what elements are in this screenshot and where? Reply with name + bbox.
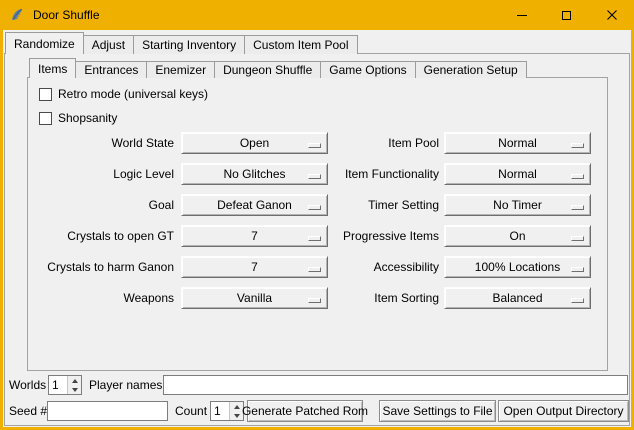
sub-tab-bar: Items Entrances Enemizer Dungeon Shuffle… <box>29 58 527 78</box>
dropdown-value: Open <box>240 136 269 150</box>
tab-label: Starting Inventory <box>142 38 236 52</box>
crystals-ganon-dropdown[interactable]: 7 <box>181 256 328 278</box>
worlds-value: 1 <box>52 377 59 393</box>
player-names-label: Player names <box>89 375 162 395</box>
dropdown-indicator-icon <box>571 236 584 241</box>
crystals-gt-dropdown[interactable]: 7 <box>181 225 328 247</box>
seed-label: Seed # <box>9 401 47 421</box>
tab-dungeon-shuffle[interactable]: Dungeon Shuffle <box>215 61 321 78</box>
dropdown-indicator-icon <box>571 143 584 148</box>
logic-level-dropdown[interactable]: No Glitches <box>181 163 328 185</box>
dropdown-value: Vanilla <box>237 291 272 305</box>
tab-label: Randomize <box>14 37 75 51</box>
item-sorting-dropdown[interactable]: Balanced <box>444 287 591 309</box>
accessibility-dropdown[interactable]: 100% Locations <box>444 256 591 278</box>
crystals-gt-label: Crystals to open GT <box>28 225 174 247</box>
dropdown-indicator-icon <box>571 267 584 272</box>
seed-input[interactable] <box>47 401 168 421</box>
item-pool-label: Item Pool <box>308 132 439 154</box>
goal-dropdown[interactable]: Defeat Ganon <box>181 194 328 216</box>
dropdown-value: On <box>509 229 525 243</box>
shopsanity-label: Shopsanity <box>58 111 117 125</box>
retro-mode-checkbox[interactable] <box>39 88 52 101</box>
main-tab-bar: Randomize Adjust Starting Inventory Cust… <box>5 32 358 54</box>
accessibility-label: Accessibility <box>308 256 439 278</box>
tab-items[interactable]: Items <box>29 58 76 78</box>
dropdown-value: No Timer <box>493 198 542 212</box>
maximize-icon <box>562 11 571 20</box>
world-state-dropdown[interactable]: Open <box>181 132 328 154</box>
tab-label: Dungeon Shuffle <box>223 63 312 77</box>
retro-mode-checkbox-row[interactable]: Retro mode (universal keys) <box>39 86 208 102</box>
spin-up-icon[interactable] <box>68 376 81 385</box>
item-pool-dropdown[interactable]: Normal <box>444 132 591 154</box>
dropdown-indicator-icon <box>571 174 584 179</box>
item-functionality-dropdown[interactable]: Normal <box>444 163 591 185</box>
tab-adjust[interactable]: Adjust <box>84 35 134 54</box>
maximize-button[interactable] <box>544 0 589 30</box>
save-settings-button[interactable]: Save Settings to File <box>379 400 496 422</box>
open-output-directory-button[interactable]: Open Output Directory <box>498 400 629 422</box>
tab-label: Game Options <box>329 63 406 77</box>
tab-label: Items <box>38 62 67 76</box>
shopsanity-checkbox[interactable] <box>39 112 52 125</box>
timer-setting-dropdown[interactable]: No Timer <box>444 194 591 216</box>
timer-setting-label: Timer Setting <box>308 194 439 216</box>
spin-down-icon[interactable] <box>68 385 81 394</box>
close-button[interactable] <box>589 0 634 30</box>
item-functionality-label: Item Functionality <box>308 163 439 185</box>
tab-label: Adjust <box>92 38 125 52</box>
dropdown-indicator-icon <box>571 298 584 303</box>
tab-randomize[interactable]: Randomize <box>5 32 84 54</box>
client-area: Randomize Adjust Starting Inventory Cust… <box>3 30 631 427</box>
tab-label: Custom Item Pool <box>253 38 348 52</box>
count-value: 1 <box>214 403 221 419</box>
close-icon <box>607 10 617 20</box>
count-spinner-arrows <box>229 402 243 420</box>
tab-starting-inventory[interactable]: Starting Inventory <box>134 35 245 54</box>
dropdown-value: No Glitches <box>223 167 285 181</box>
worlds-spinbox[interactable]: 1 <box>48 375 82 395</box>
dropdown-value: Normal <box>498 167 537 181</box>
weapons-label: Weapons <box>28 287 174 309</box>
count-label: Count <box>175 401 207 421</box>
app-icon <box>9 7 25 23</box>
tab-enemizer[interactable]: Enemizer <box>147 61 215 78</box>
retro-mode-label: Retro mode (universal keys) <box>58 87 208 101</box>
worlds-spinner-arrows <box>67 376 81 394</box>
minimize-icon <box>517 15 527 16</box>
shopsanity-checkbox-row[interactable]: Shopsanity <box>39 110 117 126</box>
window-title: Door Shuffle <box>33 0 100 30</box>
tab-game-options[interactable]: Game Options <box>321 61 415 78</box>
tab-generation-setup[interactable]: Generation Setup <box>416 61 527 78</box>
app-window: Door Shuffle Randomize Adjust Starting I… <box>0 0 634 430</box>
weapons-dropdown[interactable]: Vanilla <box>181 287 328 309</box>
progressive-items-dropdown[interactable]: On <box>444 225 591 247</box>
logic-level-label: Logic Level <box>28 163 174 185</box>
progressive-items-label: Progressive Items <box>308 225 439 247</box>
tab-label: Entrances <box>84 63 138 77</box>
titlebar: Door Shuffle <box>0 0 634 30</box>
dropdown-value: 100% Locations <box>475 260 560 274</box>
dropdown-value: 7 <box>251 260 258 274</box>
tab-label: Generation Setup <box>424 63 518 77</box>
items-pane: Retro mode (universal keys) Shopsanity W… <box>27 77 608 371</box>
generate-patched-rom-button[interactable]: Generate Patched Rom <box>247 400 363 422</box>
dropdown-value: Defeat Ganon <box>217 198 292 212</box>
dropdown-value: Balanced <box>492 291 542 305</box>
tab-custom-item-pool[interactable]: Custom Item Pool <box>245 35 357 54</box>
dropdown-value: Normal <box>498 136 537 150</box>
minimize-button[interactable] <box>499 0 544 30</box>
count-spinbox[interactable]: 1 <box>210 401 244 421</box>
tab-label: Enemizer <box>155 63 206 77</box>
crystals-ganon-label: Crystals to harm Ganon <box>28 256 174 278</box>
player-names-input[interactable] <box>163 375 628 395</box>
tab-entrances[interactable]: Entrances <box>76 61 147 78</box>
worlds-label: Worlds <box>9 375 46 395</box>
dropdown-indicator-icon <box>571 205 584 210</box>
dropdown-value: 7 <box>251 229 258 243</box>
item-sorting-label: Item Sorting <box>308 287 439 309</box>
world-state-label: World State <box>28 132 174 154</box>
goal-label: Goal <box>28 194 174 216</box>
